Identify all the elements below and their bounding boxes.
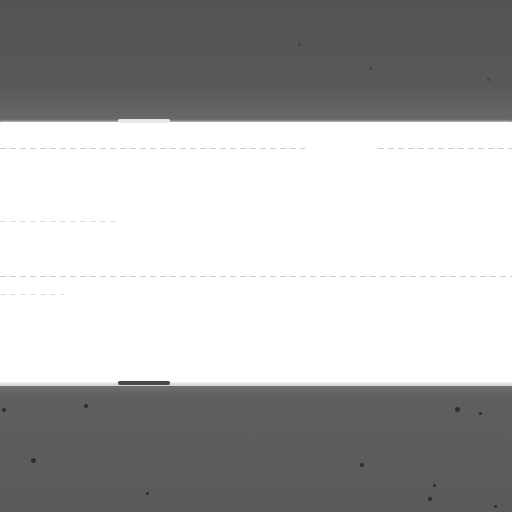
dashed-line-3 [0, 221, 118, 222]
dashed-line-5 [0, 294, 64, 295]
speck [369, 67, 372, 70]
speck [455, 407, 460, 412]
speck [433, 484, 436, 487]
top-edge-notch [118, 119, 170, 123]
dashed-line-4 [0, 276, 512, 277]
bottom-edge-notch [118, 381, 170, 385]
speck [84, 404, 88, 408]
speck [487, 78, 490, 81]
dark-substrate-top [0, 0, 512, 122]
speck [360, 463, 364, 467]
speck [479, 412, 482, 415]
speck [298, 43, 301, 46]
dashed-line-1 [0, 148, 305, 149]
dark-substrate-bottom [0, 386, 512, 512]
dashed-line-2 [378, 148, 512, 149]
speck [146, 492, 149, 495]
speck [2, 408, 6, 412]
speck [428, 497, 432, 501]
microscope-image [0, 0, 512, 512]
speck [31, 458, 36, 463]
bright-band [0, 122, 512, 386]
speck [494, 505, 497, 508]
